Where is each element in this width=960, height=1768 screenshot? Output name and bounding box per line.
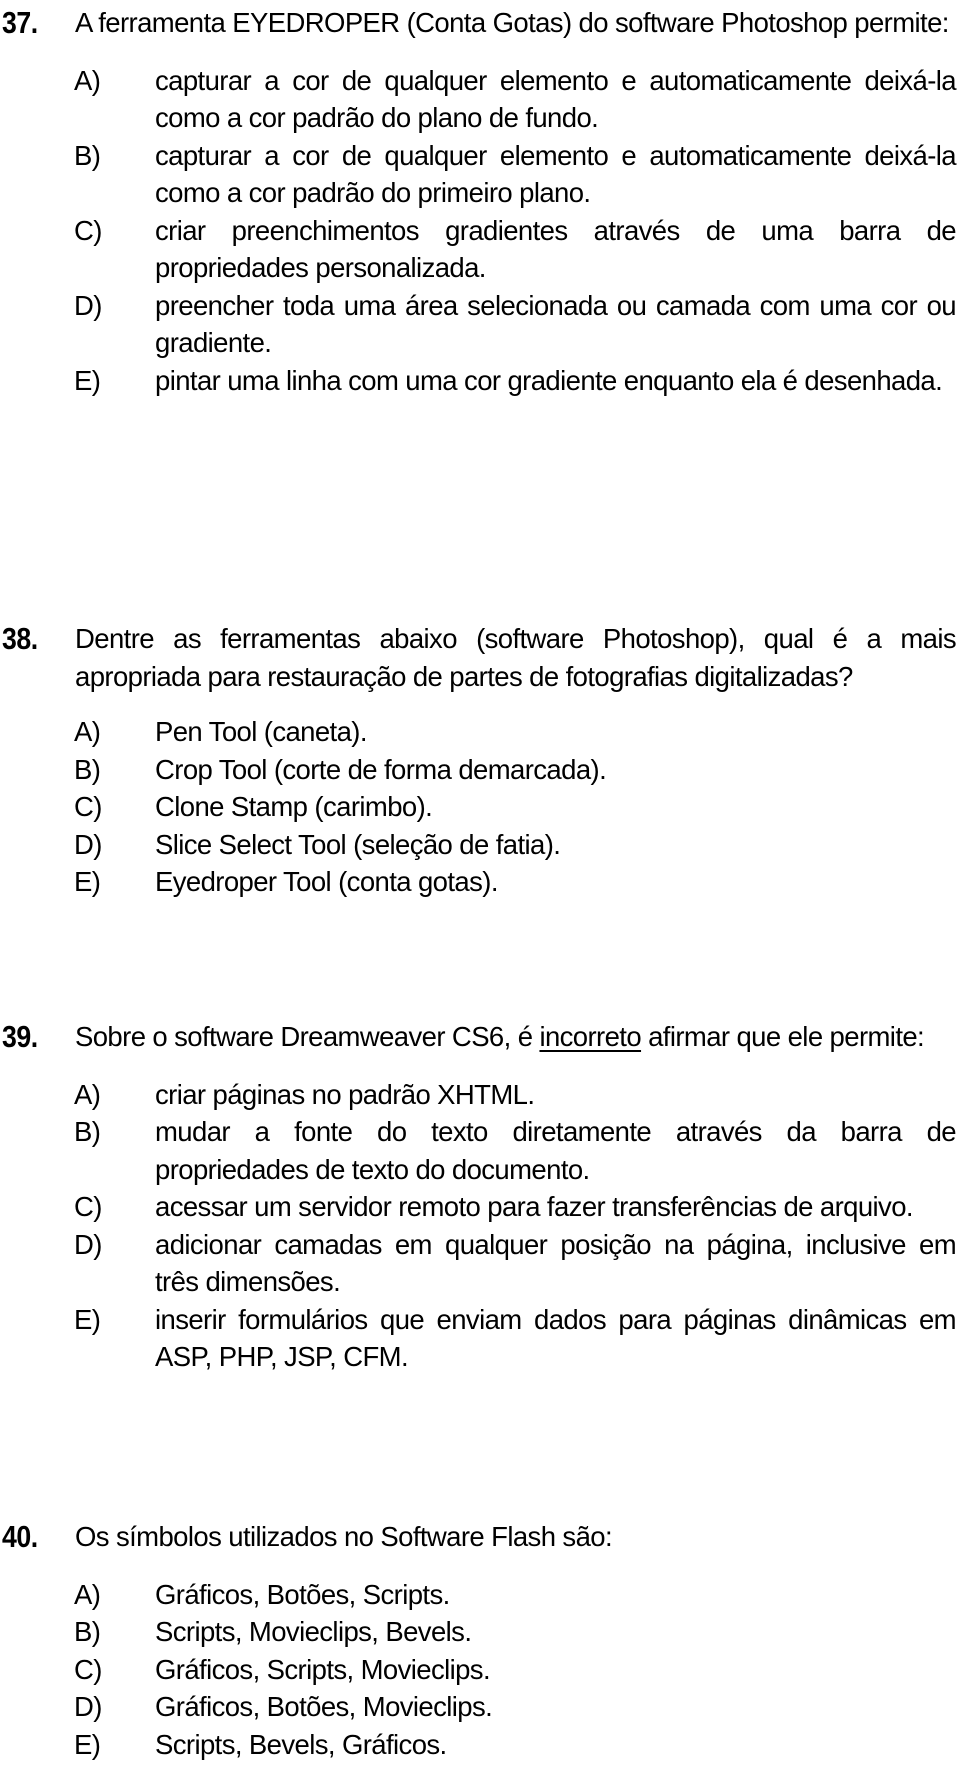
option-letter: C) — [74, 214, 102, 246]
option-b: B) Crop Tool (corte de forma demarcada). — [0, 751, 956, 789]
option-letter: E) — [74, 1303, 101, 1335]
option-a: A) Gráficos, Botões, Scripts. — [0, 1576, 956, 1614]
option-letter: E) — [74, 364, 101, 396]
option-text: criar preenchimentos gradientes através … — [155, 214, 957, 284]
question-text: A ferramenta EYEDROPER (Conta Gotas) do … — [75, 7, 949, 38]
option-e: E) Eyedroper Tool (conta gotas). — [0, 863, 956, 901]
question-text: Dentre as ferramentas abaixo (software P… — [75, 623, 957, 692]
option-e: E) Scripts, Bevels, Gráficos. — [0, 1726, 956, 1764]
option-letter: D) — [74, 289, 102, 321]
question-40: 40. Os símbolos utilizados no Software F… — [0, 1518, 956, 1763]
question-number: 37. — [2, 5, 38, 40]
option-text: Gráficos, Botões, Scripts. — [155, 1578, 450, 1610]
question-37: 37. A ferramenta EYEDROPER (Conta Gotas)… — [0, 4, 957, 400]
option-c: C) criar preenchimentos gradientes atrav… — [0, 212, 957, 287]
option-b: B) capturar a cor de qualquer elemento e… — [0, 137, 957, 212]
option-letter: C) — [74, 791, 102, 822]
option-c: C) Clone Stamp (carimbo). — [0, 788, 956, 826]
exam-page: 37. A ferramenta EYEDROPER (Conta Gotas)… — [0, 0, 960, 1768]
question-text-after: afirmar que ele permite: — [641, 1021, 925, 1052]
option-text: acessar um servidor remoto para fazer tr… — [155, 1191, 914, 1222]
option-text: preencher toda uma área selecionada ou c… — [155, 289, 957, 359]
option-text: Clone Stamp (carimbo). — [155, 791, 433, 822]
question-number: 38. — [2, 621, 38, 656]
option-letter: C) — [74, 1653, 102, 1685]
option-letter: D) — [74, 1691, 102, 1722]
option-text: Slice Select Tool (seleção de fatia). — [155, 828, 561, 860]
question-text: Sobre o software Dreamweaver CS6, é inco… — [75, 1018, 956, 1056]
underlined-emphasis: incorreto — [539, 1021, 642, 1052]
option-text: Scripts, Movieclips, Bevels. — [155, 1616, 472, 1647]
option-text: mudar a fonte do texto diretamente atrav… — [155, 1116, 957, 1185]
option-text: adicionar camadas em qualquer posição na… — [155, 1228, 957, 1298]
question-number: 39. — [2, 1019, 38, 1054]
option-c: C) acessar um servidor remoto para fazer… — [0, 1188, 956, 1226]
option-b: B) Scripts, Movieclips, Bevels. — [0, 1613, 956, 1651]
option-letter: A) — [74, 716, 101, 747]
option-d: D) Slice Select Tool (seleção de fatia). — [0, 826, 956, 864]
option-text: capturar a cor de qualquer elemento e au… — [155, 64, 957, 134]
option-letter: B) — [74, 1116, 101, 1147]
option-text: Eyedroper Tool (conta gotas). — [155, 866, 498, 897]
option-b: B) mudar a fonte do texto diretamente at… — [0, 1113, 957, 1188]
option-text: Pen Tool (caneta). — [155, 716, 367, 747]
option-e: E) inserir formulários que enviam dados … — [0, 1301, 957, 1376]
option-letter: E) — [74, 866, 101, 897]
option-letter: D) — [74, 1228, 102, 1260]
option-d: D) preencher toda uma área selecionada o… — [0, 287, 957, 362]
option-text: Scripts, Bevels, Gráficos. — [155, 1728, 447, 1760]
option-letter: E) — [74, 1728, 101, 1760]
option-text: criar páginas no padrão XHTML. — [155, 1078, 535, 1110]
option-letter: A) — [74, 1078, 101, 1110]
option-letter: D) — [74, 828, 102, 860]
question-text: Os símbolos utilizados no Software Flash… — [75, 1521, 613, 1552]
option-text: Gráficos, Botões, Movieclips. — [155, 1691, 493, 1722]
option-c: C) Gráficos, Scripts, Movieclips. — [0, 1651, 956, 1689]
option-text: pintar uma linha com uma cor gradiente e… — [155, 364, 943, 396]
option-text: Gráficos, Scripts, Movieclips. — [155, 1653, 491, 1685]
question-number: 40. — [2, 1519, 38, 1554]
option-letter: A) — [74, 1578, 101, 1610]
option-letter: B) — [74, 1616, 101, 1647]
option-text: capturar a cor de qualquer elemento e au… — [155, 139, 957, 209]
option-letter: C) — [74, 1191, 102, 1222]
question-39: 39. Sobre o software Dreamweaver CS6, é … — [0, 1018, 957, 1376]
option-a: A) Pen Tool (caneta). — [0, 713, 956, 751]
option-letter: A) — [74, 64, 101, 96]
option-letter: B) — [74, 753, 101, 785]
option-text: Crop Tool (corte de forma demarcada). — [155, 753, 607, 785]
option-d: D) adicionar camadas em qualquer posição… — [0, 1226, 957, 1301]
option-text: inserir formulários que enviam dados par… — [155, 1303, 957, 1373]
option-a: A) capturar a cor de qualquer elemento e… — [0, 62, 957, 137]
option-d: D) Gráficos, Botões, Movieclips. — [0, 1688, 956, 1726]
question-38: 38. Dentre as ferramentas abaixo (softwa… — [0, 620, 957, 901]
option-a: A) criar páginas no padrão XHTML. — [0, 1076, 956, 1114]
question-text-before: Sobre o software Dreamweaver CS6, é — [75, 1021, 540, 1052]
option-letter: B) — [74, 139, 101, 171]
option-e: E) pintar uma linha com uma cor gradient… — [0, 362, 956, 400]
